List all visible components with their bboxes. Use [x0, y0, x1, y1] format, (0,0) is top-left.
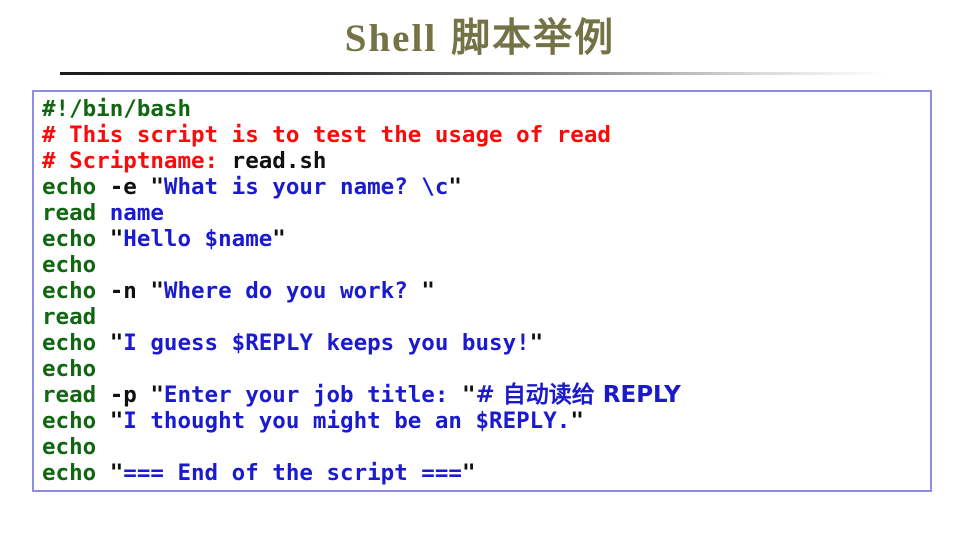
code-span-cmt: # Scriptname:	[42, 148, 232, 174]
code-block: #!/bin/bash # This script is to test the …	[32, 90, 932, 492]
code-line: echo	[42, 252, 930, 278]
code-span-plain: "	[96, 408, 124, 434]
code-line: echo "I thought you might be an $REPLY."	[42, 408, 930, 434]
title-underline-rule	[60, 72, 886, 75]
code-span-plain: "	[96, 460, 124, 486]
code-line: echo -n "Where do you work? "	[42, 278, 930, 304]
code-line: echo -e "What is your name? \c"	[42, 174, 930, 200]
code-span-str: I guess $REPLY keeps you busy!	[123, 330, 530, 356]
code-line: echo "I guess $REPLY keeps you busy!"	[42, 330, 930, 356]
code-span-str: name	[109, 200, 164, 226]
code-line: echo	[42, 356, 930, 382]
code-span-plain: "	[461, 460, 476, 486]
page-title-cjk: 脚本举例	[451, 15, 616, 61]
code-span-cmd: read	[42, 304, 97, 330]
code-span-plain: -n "	[96, 278, 164, 304]
code-span-cmd: echo	[42, 330, 97, 356]
code-span-cmt: # This script is to test the usage of re…	[42, 122, 611, 148]
code-span-plain: "	[570, 408, 584, 434]
code-span-plain: "	[461, 382, 476, 408]
code-line: # Scriptname: read.sh	[42, 148, 930, 174]
code-span-plain: "	[96, 330, 124, 356]
code-span-plain: -p "	[96, 382, 164, 408]
code-span-cmd: echo	[42, 226, 97, 252]
code-span-cmd: echo	[42, 356, 97, 382]
code-span-str: Hello $name	[123, 226, 273, 252]
code-line: echo "=== End of the script ==="	[42, 460, 930, 486]
code-line: echo "Hello $name"	[42, 226, 930, 252]
code-span-str: Where do you work?	[163, 278, 422, 304]
code-span-plain: "	[421, 278, 435, 304]
code-span-plain: read.sh	[231, 148, 327, 174]
code-span-plain: "	[529, 330, 544, 356]
code-span-cmd: echo	[42, 460, 97, 486]
code-span-plain: "	[96, 226, 124, 252]
code-line: read name	[42, 200, 930, 226]
code-span-cmd: echo	[42, 252, 97, 278]
code-line: read -p "Enter your job title: "# 自动读给 R…	[42, 382, 930, 408]
code-line: echo	[42, 434, 930, 460]
page-title-latin: Shell	[344, 17, 438, 60]
code-span-str: Enter your job title:	[163, 382, 462, 408]
code-span-str: What is your name? \c	[163, 174, 449, 200]
code-span-str: === End of the script ===	[123, 460, 462, 486]
code-line: # This script is to test the usage of re…	[42, 122, 930, 148]
page-title: Shell 脚本举例	[0, 14, 960, 63]
code-span-note: # 自动读给 REPLY	[475, 382, 681, 408]
code-span-str: I thought you might be an $REPLY.	[123, 408, 571, 434]
code-span-cmd: echo	[42, 408, 97, 434]
code-span-cmd: #!/bin/bash	[42, 96, 192, 122]
code-line: read	[42, 304, 930, 330]
code-span-plain: -e "	[96, 174, 164, 200]
code-span-cmd: read	[42, 382, 97, 408]
code-span-cmd: echo	[42, 174, 97, 200]
code-line: #!/bin/bash	[42, 96, 930, 122]
code-span-cmd: read	[42, 200, 110, 226]
code-span-cmd: echo	[42, 278, 97, 304]
code-span-plain: "	[272, 226, 286, 252]
code-span-cmd: echo	[42, 434, 97, 460]
code-span-plain: "	[448, 174, 462, 200]
